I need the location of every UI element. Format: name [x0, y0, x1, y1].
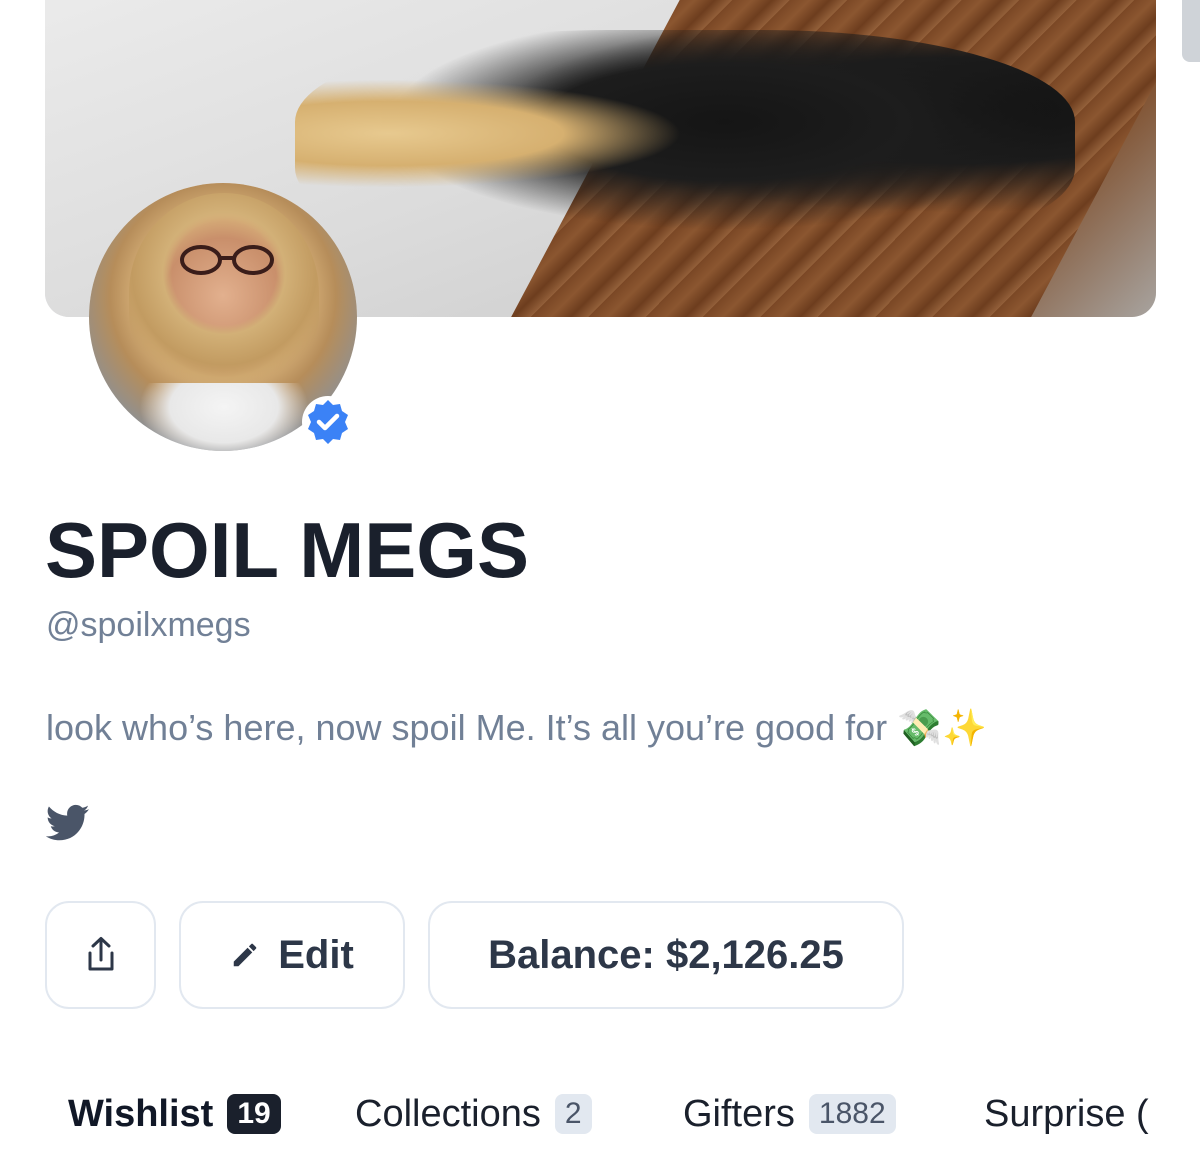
cover-scroll-handle[interactable]: [1182, 0, 1200, 62]
tab-gifters[interactable]: Gifters 1882: [683, 1084, 896, 1144]
pencil-icon: [233, 943, 257, 967]
avatar-glasses: [180, 245, 274, 275]
profile-handle: @spoilxmegs: [46, 606, 251, 644]
avatar-hair: [129, 193, 319, 393]
balance-label: Balance: $2,126.25: [488, 932, 844, 977]
tab-wishlist[interactable]: Wishlist 19: [68, 1084, 281, 1144]
profile-name: SPOIL MEGS: [45, 506, 529, 594]
tab-gifters-label: Gifters: [683, 1092, 795, 1135]
share-icon: [88, 937, 113, 971]
cover-figure: [295, 30, 1075, 260]
twitter-icon[interactable]: [46, 804, 90, 842]
tab-gifters-count: 1882: [808, 1094, 896, 1134]
tab-wishlist-label: Wishlist: [68, 1092, 214, 1135]
verified-badge-icon: [302, 396, 354, 448]
edit-button[interactable]: Edit: [179, 901, 405, 1009]
avatar-top: [139, 383, 309, 451]
balance-button[interactable]: Balance: $2,126.25: [428, 901, 904, 1009]
profile-tabs: Wishlist 19 Collections 2 Gifters 1882 S…: [0, 1084, 1200, 1144]
share-button[interactable]: [45, 901, 156, 1009]
tab-collections[interactable]: Collections 2: [355, 1084, 592, 1144]
edit-label: Edit: [278, 932, 354, 977]
tab-collections-label: Collections: [355, 1092, 541, 1135]
profile-bio: look who’s here, now spoil Me. It’s all …: [46, 707, 987, 748]
tab-surprise-label: Surprise (: [984, 1092, 1149, 1135]
tab-wishlist-count: 19: [227, 1094, 281, 1134]
tab-collections-count: 2: [554, 1094, 592, 1134]
tab-surprise[interactable]: Surprise (: [984, 1084, 1149, 1144]
